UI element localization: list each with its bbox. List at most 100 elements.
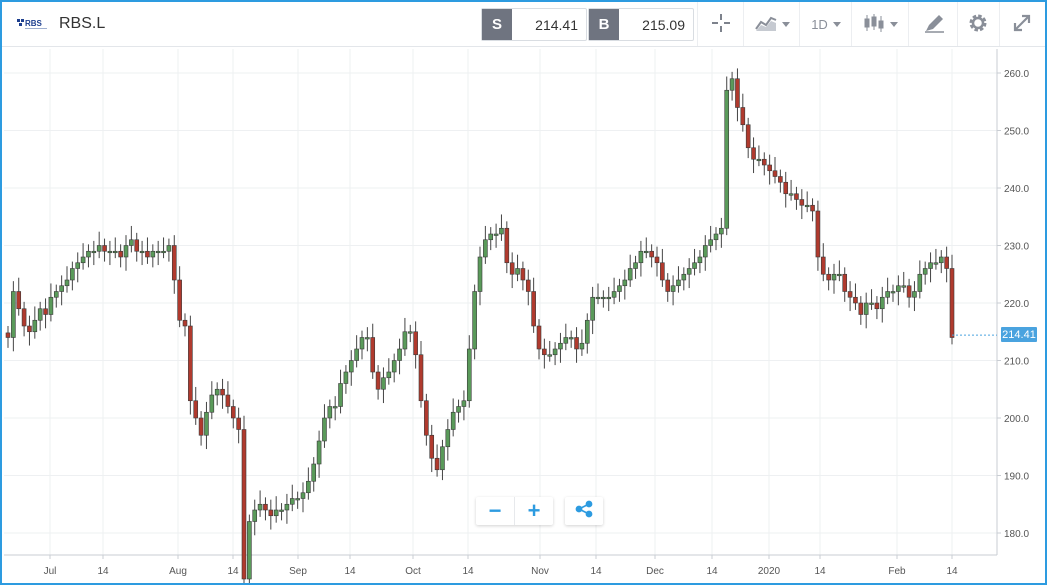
toolbar-divider bbox=[851, 2, 852, 46]
candle-body bbox=[590, 296, 595, 321]
candle-body bbox=[204, 411, 209, 436]
buy-price-button[interactable]: B 215.09 bbox=[588, 8, 694, 41]
candle-body bbox=[107, 250, 113, 254]
interval-label: 1D bbox=[811, 16, 828, 32]
candle-body bbox=[91, 250, 97, 254]
candle-body bbox=[499, 227, 504, 235]
x-tick-label: 2020 bbox=[758, 566, 781, 577]
candle-body bbox=[654, 256, 660, 264]
candle-body bbox=[118, 250, 123, 258]
candle-body bbox=[767, 164, 772, 172]
candle-body bbox=[601, 296, 606, 300]
zoom-in-icon: + bbox=[527, 498, 541, 523]
candle-body bbox=[332, 406, 338, 409]
candle-body bbox=[847, 291, 853, 298]
candle-body bbox=[338, 383, 343, 407]
candle-body bbox=[37, 308, 43, 321]
candle-body bbox=[558, 342, 563, 350]
candle-body bbox=[70, 268, 75, 281]
x-tick-label: 14 bbox=[946, 566, 958, 577]
candle-body bbox=[348, 360, 354, 373]
chevron-down-icon bbox=[781, 21, 790, 27]
candle-body bbox=[450, 411, 456, 430]
candle-body bbox=[568, 337, 574, 340]
settings-button[interactable] bbox=[960, 7, 996, 41]
candle-body bbox=[708, 239, 713, 246]
candle-body bbox=[166, 245, 172, 252]
x-tick-label: 14 bbox=[227, 566, 239, 577]
candle-body bbox=[32, 319, 38, 333]
line-chart-icon bbox=[754, 14, 777, 35]
sell-price: 214.41 bbox=[535, 16, 578, 33]
svg-text:RBS: RBS bbox=[25, 19, 43, 28]
candle-body bbox=[552, 348, 558, 356]
candle-body bbox=[912, 291, 917, 298]
candle-style-menu[interactable] bbox=[858, 7, 902, 41]
candle-body bbox=[799, 199, 805, 206]
candle-body bbox=[370, 337, 376, 373]
candle-body bbox=[504, 227, 510, 264]
candle-body bbox=[622, 279, 628, 287]
x-tick-label: Dec bbox=[646, 566, 664, 577]
rbs-logo: RBS bbox=[16, 16, 50, 32]
x-tick-label: 14 bbox=[706, 566, 718, 577]
candle-body bbox=[300, 492, 306, 499]
candle-body bbox=[48, 296, 54, 315]
candle-body bbox=[542, 348, 547, 356]
toolbar-divider bbox=[743, 2, 744, 46]
candle-body bbox=[193, 400, 199, 419]
candle-body bbox=[740, 107, 746, 126]
fullscreen-button[interactable] bbox=[1004, 7, 1040, 41]
candle-body bbox=[177, 279, 182, 321]
candle-body bbox=[225, 394, 231, 407]
crosshair-button[interactable] bbox=[702, 7, 740, 41]
candle-body bbox=[879, 296, 885, 310]
candle-body bbox=[407, 331, 413, 334]
candle-body bbox=[461, 400, 467, 407]
candle-body bbox=[890, 291, 896, 294]
toolbar: RBS RBS.L S 214.41 B 215.09 1D bbox=[2, 2, 1045, 47]
draw-tools-button[interactable] bbox=[914, 7, 954, 41]
candle-body bbox=[445, 429, 451, 448]
candle-body bbox=[949, 268, 955, 338]
candle-body bbox=[853, 296, 858, 304]
candle-body bbox=[563, 337, 569, 344]
candle-body bbox=[247, 521, 252, 580]
candle-body bbox=[820, 256, 826, 275]
candle-body bbox=[692, 262, 697, 269]
candle-body bbox=[702, 245, 708, 258]
candle-body bbox=[933, 262, 939, 265]
x-tick-label: 14 bbox=[344, 566, 356, 577]
candle-body bbox=[681, 273, 687, 281]
candle-body bbox=[837, 273, 842, 277]
candle-body bbox=[509, 262, 515, 275]
candle-body bbox=[322, 417, 327, 442]
candle-body bbox=[815, 210, 821, 258]
candle-body bbox=[756, 158, 762, 162]
interval-menu[interactable]: 1D bbox=[804, 7, 848, 41]
candle-body bbox=[885, 291, 890, 298]
candle-body bbox=[633, 262, 638, 269]
toolbar-divider bbox=[908, 2, 909, 46]
candle-body bbox=[402, 331, 408, 350]
gear-icon bbox=[967, 12, 989, 37]
candle-body bbox=[214, 388, 220, 396]
zoom-in-button[interactable]: + bbox=[514, 497, 553, 525]
candle-body bbox=[724, 89, 730, 229]
buy-price: 215.09 bbox=[642, 16, 685, 33]
candle-body bbox=[220, 388, 225, 396]
y-tick-label: 220.0 bbox=[1004, 299, 1029, 310]
candle-body bbox=[810, 204, 815, 212]
candle-body bbox=[617, 285, 622, 292]
candle-body bbox=[75, 262, 81, 269]
chart-type-menu[interactable] bbox=[750, 7, 794, 41]
candle-body bbox=[906, 285, 912, 298]
zoom-out-button[interactable]: − bbox=[476, 497, 514, 525]
sell-price-button[interactable]: S 214.41 bbox=[481, 8, 587, 41]
x-tick-label: Feb bbox=[888, 566, 906, 577]
candle-body bbox=[483, 239, 488, 258]
candle-body bbox=[102, 245, 107, 252]
share-button[interactable] bbox=[565, 497, 603, 525]
candle-body bbox=[80, 256, 86, 264]
candle-body bbox=[676, 279, 681, 287]
